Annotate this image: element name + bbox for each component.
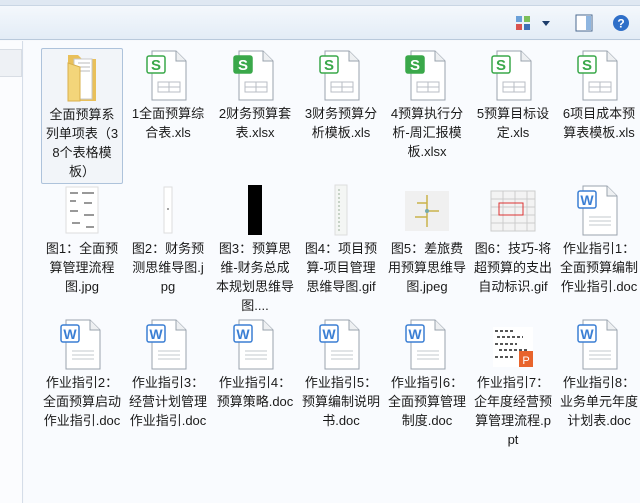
file-name: 图4：项目预算-项目管理思维导图.gif xyxy=(304,241,378,294)
spreadsheet-icon: S xyxy=(225,48,285,102)
file-name: 全面预算系列单项表（38个表格模板） xyxy=(45,107,119,179)
file-item[interactable]: S 3财务预算分析模板.xls xyxy=(300,48,382,142)
toolbar: ? xyxy=(0,6,640,40)
folder-icon xyxy=(52,49,112,103)
word-document-icon: W xyxy=(397,317,457,371)
nav-selected-item[interactable] xyxy=(0,49,22,77)
chevron-down-icon[interactable] xyxy=(539,14,553,32)
svg-text:S: S xyxy=(151,57,161,74)
file-name: 4预算执行分析-周汇报模板.xlsx xyxy=(390,106,464,159)
word-document-icon: W xyxy=(138,317,198,371)
word-document-icon: W xyxy=(569,183,629,237)
image-thumbnail-icon xyxy=(311,183,371,237)
file-item[interactable]: W 作业指引4：预算策略.doc xyxy=(214,317,296,411)
svg-text:S: S xyxy=(324,57,334,74)
file-name: 作业指引7：企年度经营预算管理流程.ppt xyxy=(474,375,553,447)
svg-text:W: W xyxy=(63,326,77,342)
navigation-pane[interactable] xyxy=(0,41,23,503)
file-name: 图1：全面预算管理流程图.jpg xyxy=(45,241,119,294)
file-name: 作业指引6：全面预算管理制度.doc xyxy=(388,375,467,428)
file-item[interactable]: 图1：全面预算管理流程图.jpg xyxy=(41,183,123,296)
image-thumbnail-icon xyxy=(397,183,457,237)
file-item[interactable]: P 作业指引7：企年度经营预算管理流程.ppt xyxy=(472,317,554,449)
file-item[interactable]: W 作业指引6：全面预算管理制度.doc xyxy=(386,317,468,430)
svg-text:S: S xyxy=(496,57,506,74)
file-item[interactable]: W 作业指引3：经营计划管理作业指引.doc xyxy=(127,317,209,430)
spreadsheet-icon: S xyxy=(569,48,629,102)
file-name: 图3：预算思维-财务总成本规划思维导图.... xyxy=(216,241,295,313)
file-name: 图2：财务预测思维导图.jpg xyxy=(131,241,205,294)
word-document-icon: W xyxy=(569,317,629,371)
file-name: 5预算目标设定.xls xyxy=(476,106,550,140)
spreadsheet-icon: S xyxy=(311,48,371,102)
spreadsheet-icon: S xyxy=(397,48,457,102)
change-view-icon[interactable] xyxy=(513,14,533,32)
svg-text:?: ? xyxy=(617,17,624,31)
file-name: 图5：差旅费用预算思维导图.jpeg xyxy=(388,241,467,294)
file-name: 作业指引1：全面预算编制作业指引.doc xyxy=(560,241,639,294)
file-item[interactable]: W 作业指引2：全面预算启动作业指引.doc xyxy=(41,317,123,430)
svg-text:S: S xyxy=(582,57,592,74)
word-document-icon: W xyxy=(52,317,112,371)
svg-text:S: S xyxy=(410,57,420,74)
file-item[interactable]: S 1全面预算综合表.xls xyxy=(127,48,209,142)
presentation-icon: P xyxy=(483,317,543,371)
file-item[interactable]: 图6：技巧-将超预算的支出自动标识.gif xyxy=(472,183,554,296)
file-item[interactable]: 图3：预算思维-财务总成本规划思维导图.... xyxy=(214,183,296,315)
file-name: 作业指引4：预算策略.doc xyxy=(216,375,294,409)
file-name: 作业指引5：预算编制说明书.doc xyxy=(302,375,381,428)
preview-pane-icon[interactable] xyxy=(574,14,594,32)
file-item[interactable]: S 5预算目标设定.xls xyxy=(472,48,554,142)
file-item[interactable]: W 作业指引8：业务单元年度计划表.doc xyxy=(558,317,640,430)
file-item[interactable]: 全面预算系列单项表（38个表格模板） xyxy=(41,48,123,184)
image-thumbnail-icon xyxy=(52,183,112,237)
file-name: 作业指引3：经营计划管理作业指引.doc xyxy=(129,375,208,428)
file-name: 图6：技巧-将超预算的支出自动标识.gif xyxy=(474,241,553,294)
file-item[interactable]: 图2：财务预测思维导图.jpg xyxy=(127,183,209,296)
file-name: 3财务预算分析模板.xls xyxy=(304,106,378,140)
file-list: 全面预算系列单项表（38个表格模板） S 1全面预算综合表.xls S 2财务预算套表.… xyxy=(24,41,640,503)
spreadsheet-icon: S xyxy=(138,48,198,102)
svg-text:W: W xyxy=(236,326,250,342)
image-thumbnail-icon xyxy=(138,183,198,237)
file-item[interactable]: S 6项目成本预算表模板.xls xyxy=(558,48,640,142)
file-item[interactable]: 图4：项目预算-项目管理思维导图.gif xyxy=(300,183,382,296)
svg-text:W: W xyxy=(580,326,594,342)
file-item[interactable]: W 作业指引1：全面预算编制作业指引.doc xyxy=(558,183,640,296)
image-thumbnail-icon xyxy=(483,183,543,237)
file-name: 2财务预算套表.xlsx xyxy=(218,106,292,140)
file-name: 6项目成本预算表模板.xls xyxy=(562,106,636,140)
file-name: 1全面预算综合表.xls xyxy=(131,106,205,140)
file-item[interactable]: W 作业指引5：预算编制说明书.doc xyxy=(300,317,382,430)
file-item[interactable]: 图5：差旅费用预算思维导图.jpeg xyxy=(386,183,468,296)
svg-text:W: W xyxy=(322,326,336,342)
svg-text:P: P xyxy=(522,355,529,367)
word-document-icon: W xyxy=(225,317,285,371)
word-document-icon: W xyxy=(311,317,371,371)
svg-text:W: W xyxy=(149,326,163,342)
svg-text:W: W xyxy=(408,326,422,342)
spreadsheet-icon: S xyxy=(483,48,543,102)
file-item[interactable]: S 4预算执行分析-周汇报模板.xlsx xyxy=(386,48,468,161)
svg-text:S: S xyxy=(238,57,248,74)
svg-text:W: W xyxy=(580,192,594,208)
help-icon[interactable]: ? xyxy=(611,14,631,32)
file-name: 作业指引2：全面预算启动作业指引.doc xyxy=(43,375,122,428)
file-item[interactable]: S 2财务预算套表.xlsx xyxy=(214,48,296,142)
file-name: 作业指引8：业务单元年度计划表.doc xyxy=(560,375,639,428)
image-thumbnail-icon xyxy=(225,183,285,237)
